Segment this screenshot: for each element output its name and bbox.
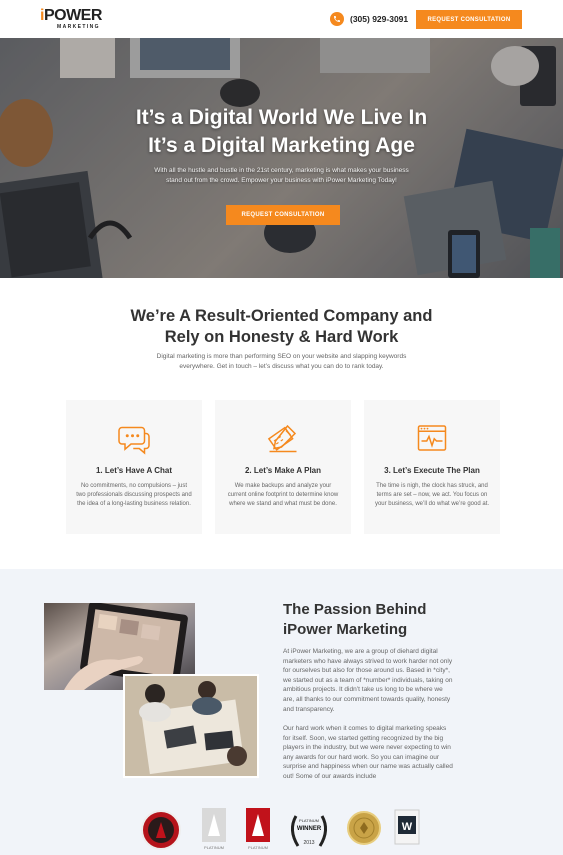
svg-text:PLATINUM: PLATINUM bbox=[248, 845, 268, 850]
card-title: 3. Let’s Execute The Plan bbox=[384, 466, 480, 475]
hero-request-consultation-button[interactable]: REQUEST CONSULTATION bbox=[226, 205, 340, 225]
svg-text:PLATINUM: PLATINUM bbox=[299, 818, 319, 823]
award-gold-medal-icon bbox=[347, 811, 381, 845]
hero-subtitle: With all the hustle and bustle in the 21… bbox=[154, 167, 409, 184]
award-laurel-winner-icon: PLATINUM WINNER 2013 bbox=[291, 815, 327, 847]
card-title: 1. Let’s Have A Chat bbox=[95, 466, 173, 475]
svg-text:2013: 2013 bbox=[303, 840, 314, 846]
phone-icon bbox=[330, 12, 344, 26]
execute-icon bbox=[417, 425, 447, 451]
svg-text:W: W bbox=[402, 821, 413, 833]
result-section-description: Digital marketing is more than performin… bbox=[156, 353, 407, 370]
card-text: The time is nigh, the clock has struck, … bbox=[374, 483, 490, 507]
chat-icon bbox=[118, 426, 150, 455]
hero-section: It’s a Digital World We Live In It’s a D… bbox=[0, 38, 563, 278]
card-text: We make backups and analyze your current… bbox=[227, 483, 339, 507]
phone-number: (305) 929-3091 bbox=[350, 14, 409, 24]
plan-icon bbox=[267, 424, 297, 453]
card-plan: 2. Let’s Make A Plan We make backups and… bbox=[215, 400, 351, 534]
hero-title: It’s a Digital World We Live In It’s a D… bbox=[135, 106, 428, 157]
team-meeting-photo-image bbox=[125, 676, 257, 776]
logo-tagline: MARKETING bbox=[57, 24, 100, 30]
card-execute: 3. Let’s Execute The Plan The time is ni… bbox=[364, 400, 500, 534]
card-text: No commitments, no compulsions – just tw… bbox=[76, 483, 192, 507]
logo-wordmark: iPOWER bbox=[40, 7, 102, 24]
card-title: 2. Let’s Make A Plan bbox=[244, 466, 322, 475]
result-section-title: We’re A Result-Oriented Company and Rely… bbox=[130, 307, 433, 346]
card-chat: 1. Let’s Have A Chat No commitments, no … bbox=[66, 400, 202, 534]
award-w-icon: W bbox=[394, 809, 420, 845]
passion-title: The Passion Behind iPower Marketing bbox=[283, 601, 427, 638]
svg-text:WINNER: WINNER bbox=[297, 826, 322, 832]
phone-link[interactable]: (305) 929-3091 bbox=[330, 11, 408, 27]
award-red-a-icon: PLATINUM bbox=[246, 808, 270, 850]
svg-text:PLATINUM: PLATINUM bbox=[204, 845, 224, 850]
site-header: iPOWER MARKETING (305) 929-3091 REQUEST … bbox=[0, 0, 563, 38]
award-platinum-a-icon: PLATINUM bbox=[202, 808, 226, 850]
header-request-consultation-button[interactable]: REQUEST CONSULTATION bbox=[416, 10, 522, 29]
team-meeting-photo bbox=[123, 674, 259, 778]
passion-paragraph-1: At iPower Marketing, we are a group of d… bbox=[283, 648, 453, 713]
awards-row: PLATINUM PLATINUM PLATINUM WINNER 2013 W bbox=[140, 808, 420, 855]
passion-paragraph-2: Our hard work when it comes to digital m… bbox=[283, 725, 453, 780]
award-red-seal-icon bbox=[141, 810, 181, 850]
logo[interactable]: iPOWER MARKETING bbox=[40, 7, 102, 31]
